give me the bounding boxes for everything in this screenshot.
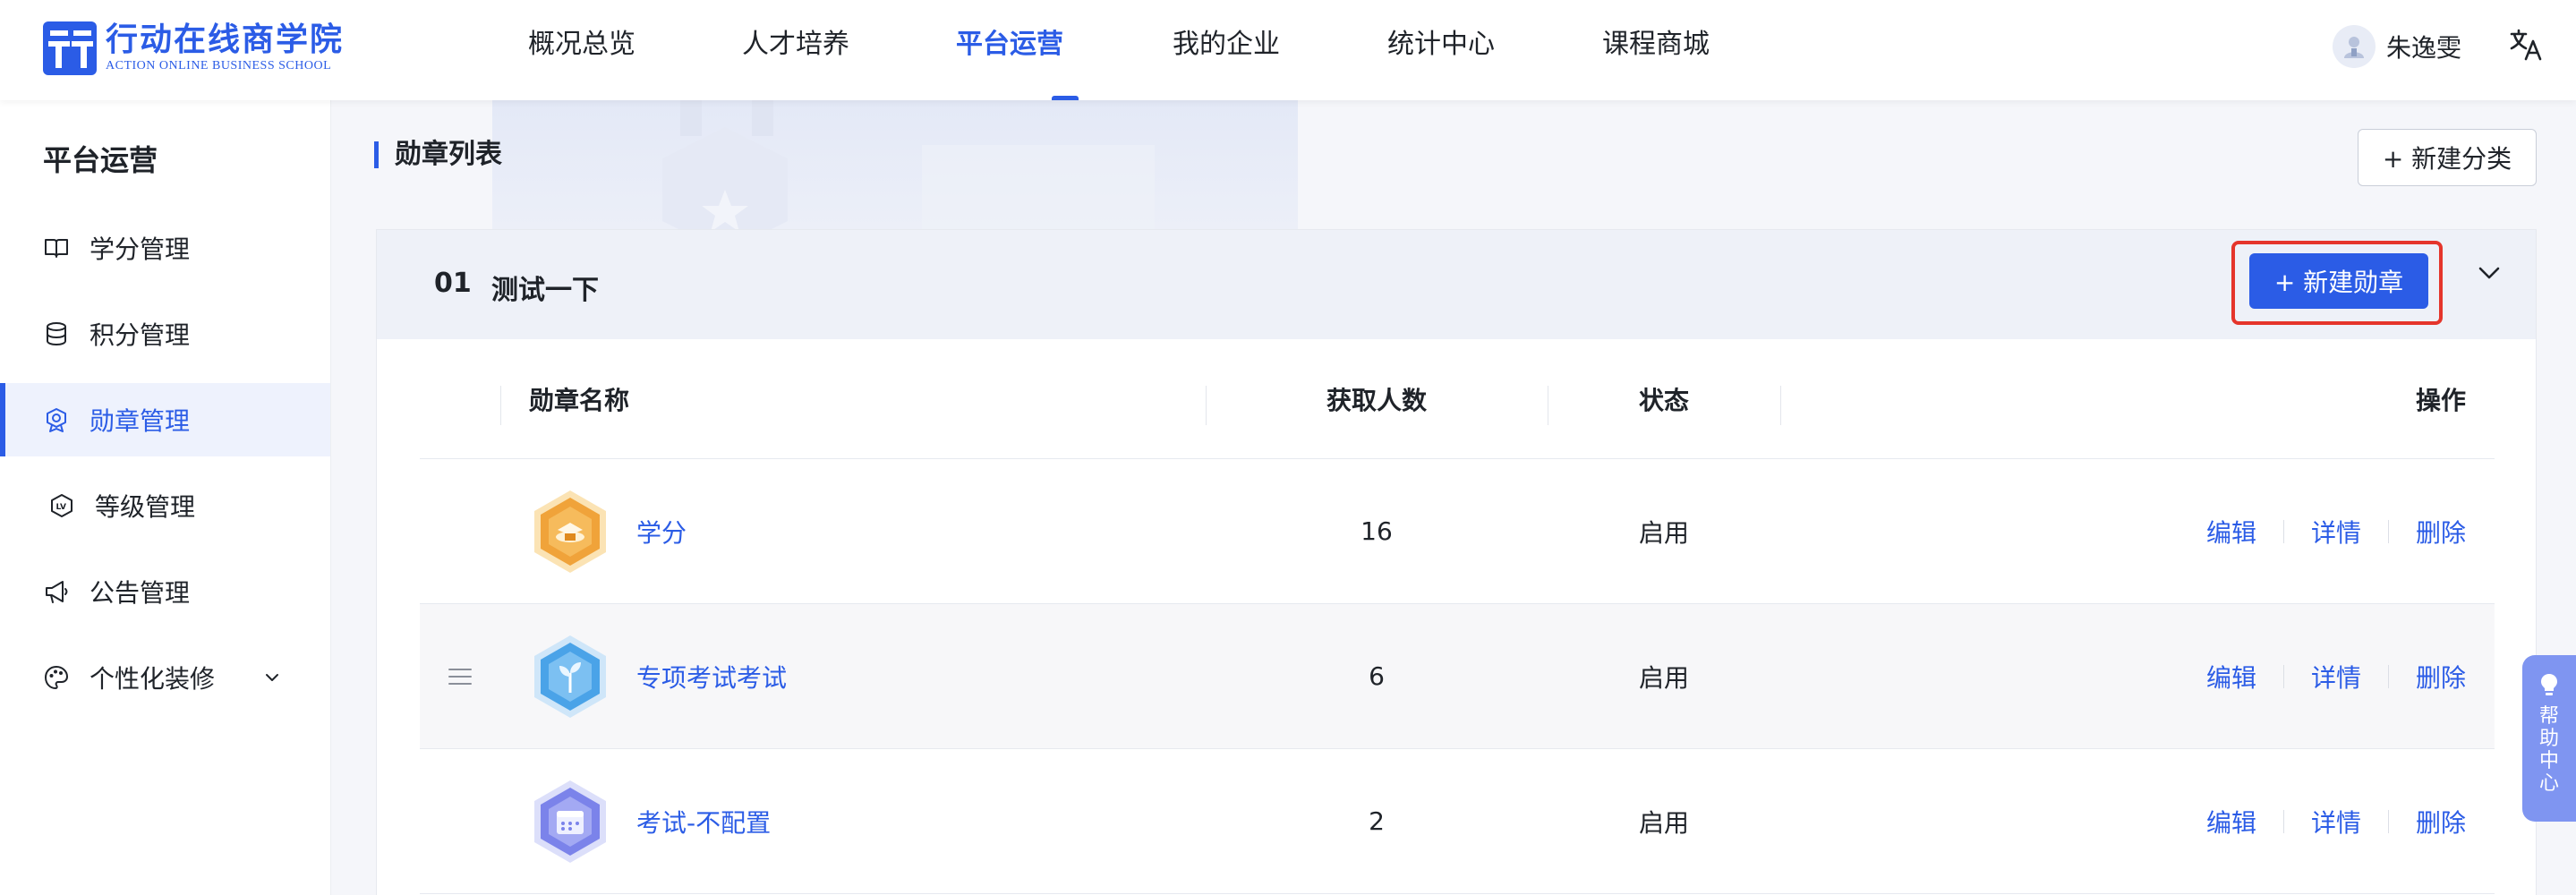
column-header-status: 状态 (1638, 385, 1689, 415)
brand-name-cn: 行动在线商学院 (106, 21, 345, 58)
sidebar-item-label: 勋章管理 (90, 406, 191, 436)
sidebar-item-label: 积分管理 (90, 320, 191, 350)
drag-handle-icon[interactable] (448, 666, 473, 687)
help-center-button[interactable]: 帮助中心 (2522, 655, 2576, 822)
credit-badge-icon (534, 490, 606, 573)
database-icon (47, 322, 66, 346)
nav-item-platform-ops[interactable]: 平台运营 (956, 0, 1173, 100)
user-avatar-icon (2333, 25, 2376, 68)
medal-icon (47, 408, 66, 432)
sidebar-item-medals[interactable]: 勋章管理 (0, 383, 330, 456)
sidebar-title: 平台运营 (43, 143, 158, 177)
category-name: 测试一下 (491, 275, 599, 306)
nav-item-course-mall[interactable]: 课程商城 (1602, 0, 1745, 100)
edit-link[interactable]: 编辑 (2206, 804, 2256, 840)
page-title: 勋章列表 (374, 141, 502, 168)
help-center-label: 帮助中心 (2538, 705, 2559, 795)
sidebar-item-label: 公告管理 (90, 578, 191, 608)
badge-name-link[interactable]: 专项考试考试 (636, 659, 787, 695)
badge-count: 16 (1361, 516, 1393, 546)
category-index: 01 (434, 268, 472, 299)
new-badge-button[interactable]: + 新建勋章 (2249, 253, 2428, 309)
detail-link[interactable]: 详情 (2311, 514, 2361, 550)
edit-link[interactable]: 编辑 (2206, 659, 2256, 695)
delete-link[interactable]: 删除 (2416, 804, 2466, 840)
chevron-down-icon[interactable] (259, 664, 286, 691)
nav-item-my-company[interactable]: 我的企业 (1173, 0, 1387, 100)
brand-logo[interactable]: 行动在线商学院 ACTION ONLINE BUSINESS SCHOOL (43, 20, 344, 77)
badge-status: 启用 (1638, 662, 1689, 693)
table-row: 学分 16 启用 编辑 详情 删除 (420, 459, 2495, 604)
badge-name-link[interactable]: 学分 (636, 514, 687, 550)
badge-count: 2 (1369, 806, 1385, 836)
sidebar-item-label: 个性化装修 (90, 664, 216, 694)
palette-icon (44, 665, 69, 690)
action-divider (2387, 664, 2389, 688)
table-row: 专项考试考试 6 启用 编辑 详情 删除 (420, 604, 2495, 749)
sidebar-item-label: 等级管理 (95, 492, 196, 522)
detail-link[interactable]: 详情 (2311, 659, 2361, 695)
collapse-chevron-icon[interactable] (2473, 257, 2505, 289)
badge-table: 勋章名称 获取人数 状态 操作 学分 16 启用 编辑 详情 删除 专项考试考试… (420, 339, 2495, 894)
main-content: 勋章列表 + 新建分类 01 测试一下 + 新建勋章 勋章名称 获取人数 状态 … (331, 100, 2576, 895)
nav-item-statistics[interactable]: 统计中心 (1387, 0, 1602, 100)
badge-name-link[interactable]: 考试-不配置 (636, 804, 771, 840)
translate-icon[interactable] (2508, 27, 2544, 63)
action-divider (2282, 809, 2284, 833)
badge-status: 启用 (1638, 807, 1689, 838)
exam-badge-icon (534, 635, 606, 718)
sidebar-item-customization[interactable]: 个性化装修 (0, 641, 330, 714)
column-header-actions: 操作 (2415, 385, 2466, 415)
top-navigation-bar: 行动在线商学院 ACTION ONLINE BUSINESS SCHOOL 概况… (0, 0, 2576, 100)
category-header: 01 测试一下 + 新建勋章 (377, 230, 2536, 339)
sidebar-item-label: 学分管理 (90, 234, 191, 264)
delete-link[interactable]: 删除 (2416, 514, 2466, 550)
lightbulb-icon (2541, 674, 2557, 695)
sidebar-item-points[interactable]: 积分管理 (0, 297, 330, 371)
action-divider (2387, 809, 2389, 833)
action-divider (2282, 519, 2284, 543)
sidebar: 平台运营 学分管理 积分管理 勋章管理 LV 等级管理 公告管理 个性化装修 (0, 100, 331, 895)
new-category-button[interactable]: + 新建分类 (2358, 129, 2537, 186)
column-header-badge-name: 勋章名称 (529, 385, 630, 415)
svg-text:LV: LV (56, 503, 66, 512)
action-divider (2282, 664, 2284, 688)
table-header: 勋章名称 获取人数 状态 操作 (420, 339, 2495, 459)
main-nav: 概况总览 人才培养 平台运营 我的企业 统计中心 课程商城 (528, 0, 1745, 100)
level-icon: LV (51, 494, 73, 517)
megaphone-icon (46, 581, 68, 603)
user-name: 朱逸雯 (2386, 33, 2462, 63)
table-row: 考试-不配置 2 启用 编辑 详情 删除 (420, 749, 2495, 894)
nav-item-talent[interactable]: 人才培养 (742, 0, 958, 100)
logo-mark-icon (43, 21, 97, 75)
column-header-count: 获取人数 (1326, 385, 1427, 415)
user-menu[interactable]: 朱逸雯 (2333, 23, 2461, 70)
detail-link[interactable]: 详情 (2311, 804, 2361, 840)
brand-name-en: ACTION ONLINE BUSINESS SCHOOL (106, 59, 332, 72)
badge-status: 启用 (1638, 517, 1689, 548)
delete-link[interactable]: 删除 (2416, 659, 2466, 695)
badge-count: 6 (1369, 661, 1385, 691)
nav-item-overview[interactable]: 概况总览 (528, 0, 742, 100)
calendar-badge-icon (534, 780, 606, 863)
sidebar-item-credits[interactable]: 学分管理 (0, 211, 330, 285)
book-icon (45, 239, 68, 258)
edit-link[interactable]: 编辑 (2206, 514, 2256, 550)
action-divider (2387, 519, 2389, 543)
sidebar-item-levels[interactable]: LV 等级管理 (0, 469, 330, 542)
sidebar-item-announcements[interactable]: 公告管理 (0, 555, 330, 628)
badge-category-panel: 01 测试一下 + 新建勋章 勋章名称 获取人数 状态 操作 学分 16 启用 … (376, 229, 2537, 895)
